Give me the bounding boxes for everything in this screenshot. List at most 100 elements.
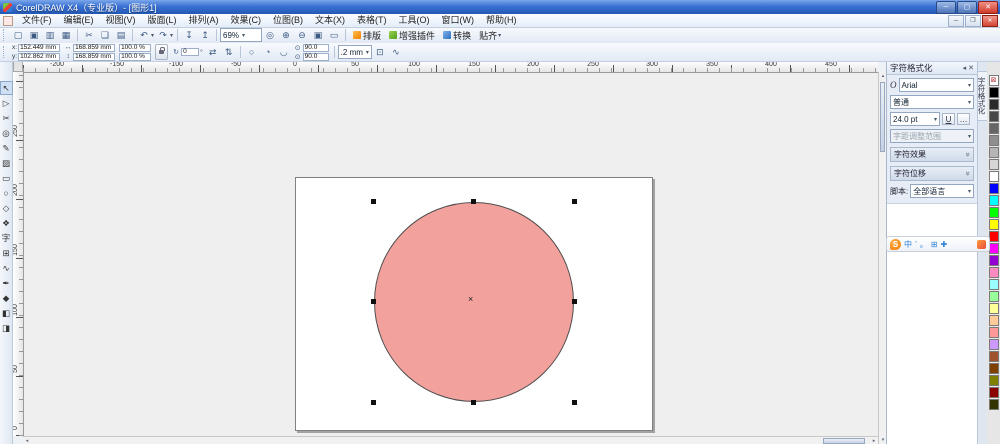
vertical-scrollbar[interactable]: ▴ ▾ <box>878 72 886 444</box>
tool-pick[interactable]: ↖ <box>0 81 13 95</box>
color-swatch[interactable] <box>989 171 999 182</box>
tool-zoom[interactable]: ◎ <box>0 126 13 140</box>
ruler-origin[interactable] <box>13 61 23 72</box>
color-swatch[interactable] <box>989 339 999 350</box>
menu-edit[interactable]: 编辑(E) <box>58 14 100 27</box>
undo-button[interactable]: ↶ <box>137 29 151 42</box>
print-button[interactable]: ▦ <box>59 29 73 42</box>
character-effects-section[interactable]: 字符效果 » <box>890 147 974 162</box>
color-swatch[interactable] <box>989 207 999 218</box>
menu-help[interactable]: 帮助(H) <box>480 14 523 27</box>
sogou-logo-icon[interactable]: S <box>890 239 901 250</box>
paste-button[interactable]: ▤ <box>114 29 128 42</box>
font-size-select[interactable]: 24.0 pt ▾ <box>890 112 940 126</box>
color-swatch[interactable] <box>989 315 999 326</box>
scroll-right-icon[interactable]: ▸ <box>870 437 878 444</box>
selection-handle-bottom-right[interactable] <box>572 400 577 405</box>
docker-close-button[interactable]: ✕ <box>968 64 974 72</box>
convert-plugin-button[interactable]: 转换 <box>439 28 475 42</box>
selection-handle-top-center[interactable] <box>471 199 476 204</box>
tool-table[interactable]: ⊞ <box>0 246 13 260</box>
open-button[interactable]: ▣ <box>27 29 41 42</box>
character-shift-section[interactable]: 字符位移 » <box>890 166 974 181</box>
tool-text[interactable]: 字 <box>0 231 13 245</box>
tool-interactive-fill[interactable]: ◨ <box>0 321 13 335</box>
color-swatch[interactable] <box>989 159 999 170</box>
tool-polygon[interactable]: ◇ <box>0 201 13 215</box>
close-button[interactable]: ✕ <box>978 1 998 14</box>
tool-shape[interactable]: ▷ <box>0 96 13 110</box>
color-swatch[interactable] <box>989 135 999 146</box>
mirror-horizontal-button[interactable]: ⇄ <box>206 46 220 59</box>
x-position-field[interactable]: 152.449 mm <box>18 44 60 52</box>
color-swatch[interactable] <box>989 183 999 194</box>
more-options-button[interactable]: … <box>957 113 970 125</box>
color-swatch[interactable] <box>989 243 999 254</box>
cut-button[interactable]: ✂ <box>82 29 96 42</box>
object-height-field[interactable]: 168.859 mm <box>73 53 115 61</box>
y-position-field[interactable]: 102.862 mm <box>18 53 60 61</box>
horizontal-scrollbar[interactable]: ◂ ▸ <box>23 436 878 444</box>
docker-collapse-button[interactable]: ◂ <box>963 64 967 72</box>
ime-fullwidth-icon[interactable]: 。 <box>920 239 928 250</box>
zoom-to-width-button[interactable]: ▭ <box>327 29 341 42</box>
zoom-tool-button[interactable]: ◎ <box>263 29 277 42</box>
color-swatch[interactable] <box>989 399 999 410</box>
color-swatch[interactable] <box>989 387 999 398</box>
color-swatch[interactable] <box>989 87 999 98</box>
redo-dropdown-icon[interactable]: ▾ <box>170 32 173 39</box>
tool-fill[interactable]: ◧ <box>0 306 13 320</box>
maximize-button[interactable]: ▢ <box>957 1 977 14</box>
color-swatch[interactable] <box>989 291 999 302</box>
copy-button[interactable]: ❏ <box>98 29 112 42</box>
convert-to-curves-button[interactable]: ∿ <box>389 46 403 59</box>
color-swatch[interactable] <box>989 99 999 110</box>
color-swatch[interactable] <box>989 279 999 290</box>
color-swatch[interactable] <box>989 303 999 314</box>
selection-handle-middle-left[interactable] <box>371 299 376 304</box>
tool-rectangle[interactable]: ▭ <box>0 171 13 185</box>
mdi-close-button[interactable]: ✕ <box>982 15 998 27</box>
object-width-field[interactable]: 168.859 mm <box>73 44 115 52</box>
color-swatch-none[interactable]: ⊠ <box>989 75 999 86</box>
color-swatch[interactable] <box>989 231 999 242</box>
scale-v-field[interactable]: 100.0 % <box>119 53 151 61</box>
arc-mode-button[interactable]: ◡ <box>277 46 291 59</box>
save-button[interactable]: ▥ <box>43 29 57 42</box>
script-select[interactable]: 全部语言 ▾ <box>910 184 974 198</box>
wrap-text-button[interactable]: ⊡ <box>373 46 387 59</box>
toolbar-grip[interactable] <box>3 46 7 59</box>
mirror-vertical-button[interactable]: ⇅ <box>222 46 236 59</box>
color-swatch[interactable] <box>989 327 999 338</box>
color-swatch[interactable] <box>989 219 999 230</box>
typesetting-plugin-button[interactable]: 排版 <box>349 28 385 42</box>
selection-handle-middle-right[interactable] <box>572 299 577 304</box>
ime-chinese-mode-icon[interactable]: 中 <box>904 239 912 250</box>
ime-keyboard-icon[interactable]: ⊞ <box>931 240 938 249</box>
color-swatch[interactable] <box>989 255 999 266</box>
page[interactable]: × <box>295 177 653 431</box>
end-angle-field[interactable]: 90.0 <box>303 53 329 61</box>
ime-punctuation-icon[interactable]: ’ <box>915 240 917 249</box>
pie-mode-button[interactable]: ◔ <box>261 46 275 59</box>
zoom-to-page-button[interactable]: ▣ <box>311 29 325 42</box>
vscroll-thumb[interactable] <box>880 82 885 152</box>
color-swatch[interactable] <box>989 195 999 206</box>
tool-basic-shapes[interactable]: ❖ <box>0 216 13 230</box>
scale-h-field[interactable]: 100.0 % <box>119 44 151 52</box>
lock-ratio-button[interactable] <box>155 44 168 60</box>
new-button[interactable]: ▢ <box>11 29 25 42</box>
tool-ellipse[interactable]: ○ <box>0 186 13 200</box>
ime-toolbox-icon[interactable]: ✚ <box>940 240 947 249</box>
selection-handle-bottom-left[interactable] <box>371 400 376 405</box>
zoom-level-select[interactable]: 69% ▾ <box>220 28 262 42</box>
color-swatch[interactable] <box>989 111 999 122</box>
color-swatch[interactable] <box>989 363 999 374</box>
tool-blend[interactable]: ∿ <box>0 261 13 275</box>
minimize-button[interactable]: ─ <box>936 1 956 14</box>
zoom-in-button[interactable]: ⊕ <box>279 29 293 42</box>
vertical-ruler[interactable]: 250 200 150 100 50 0 <box>13 72 24 436</box>
font-style-select[interactable]: 普通 ▾ <box>890 95 974 109</box>
menu-table[interactable]: 表格(T) <box>351 14 393 27</box>
zoom-out-button[interactable]: ⊖ <box>295 29 309 42</box>
